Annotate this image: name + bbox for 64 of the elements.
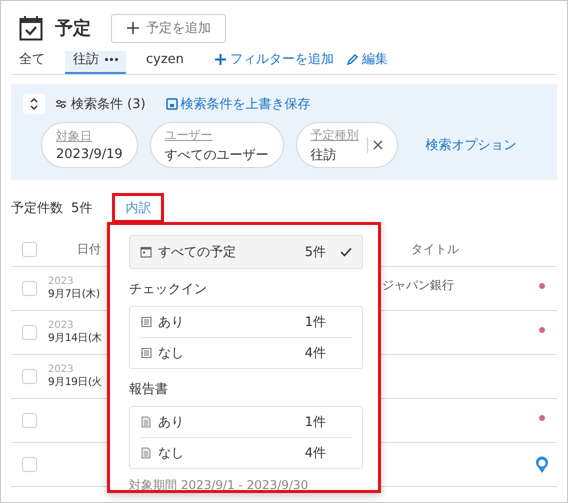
status-dot [539,415,545,421]
group-title: 報告書 [129,381,169,398]
checkbox[interactable] [22,413,37,428]
filter-tab[interactable]: cyzen [138,51,192,74]
calendar-check-icon [19,15,43,41]
filter-chip[interactable]: ユーザー すべてのユーザー [150,122,284,168]
period-text: 対象期間 2023/9/1 - 2023/9/30 [129,477,310,494]
checkin-icon [140,347,152,359]
plus-icon [126,21,140,35]
checkin-icon [140,316,152,328]
date-year: 2023 [48,364,74,375]
sliders-icon [55,99,67,109]
date-cell-text: 9月7日(木) [48,287,101,301]
chip-label: ユーザー [164,126,214,144]
check-icon [340,247,352,257]
all-schedules-option[interactable]: すべての予定 5件 [129,235,363,269]
breakdown-option[interactable]: あり 1件 [140,307,352,337]
filter-chip[interactable]: 予定種別 往訪 [296,122,398,168]
edit-link[interactable]: 編集 [346,50,388,74]
status-dot [539,327,545,333]
schedule-count-label: 予定件数 [11,200,63,217]
group-title: チェックイン [129,281,208,298]
filter-tab[interactable]: 全て [11,51,53,74]
close-icon[interactable] [366,137,383,153]
breakdown-option[interactable]: なし 4件 [140,337,352,368]
chip-value: 往訪 [310,146,338,164]
date-year: 2023 [48,320,74,331]
add-filter-link[interactable]: フィルターを追加 [214,50,334,74]
schedule-count: 5件 [71,200,92,217]
chip-value: すべてのユーザー [164,146,269,164]
plus-icon [214,52,227,66]
search-conditions-label: 検索条件 (3) [55,95,146,113]
document-icon [140,447,152,459]
pencil-icon [346,52,359,66]
checkbox[interactable] [22,242,37,256]
search-options-link[interactable]: 検索オプション [426,136,517,154]
overwrite-save-link[interactable]: 検索条件を上書き保存 [166,95,311,113]
collapse-toggle[interactable] [23,94,45,114]
title-cell: ジャパン銀行 [382,278,454,292]
column-header: タイトル [411,240,459,258]
checkbox[interactable] [22,457,37,472]
calendar-icon [140,246,152,258]
checkbox[interactable] [22,325,37,340]
date-cell-text: 9月19日(火 [48,375,104,389]
add-schedule-button[interactable]: 予定を追加 [111,14,226,42]
up-down-chevron-icon [30,98,38,110]
more-icon[interactable] [105,58,118,60]
chip-label: 予定種別 [310,126,359,144]
save-icon [166,98,178,110]
date-year: 2023 [48,276,74,287]
checkbox[interactable] [22,281,37,296]
status-dot [539,283,545,289]
page-title: 予定 [55,17,91,40]
chip-label: 対象日 [56,128,93,145]
filter-tab[interactable]: 往訪 [65,51,126,74]
map-pin-icon [535,456,549,474]
breakdown-option[interactable]: あり 1件 [140,407,352,437]
date-cell-text: 9月14日(木 [48,331,104,345]
document-icon [140,416,152,428]
chip-value: 2023/9/19 [56,147,123,162]
checkbox[interactable] [22,369,37,384]
filter-chip[interactable]: 対象日 2023/9/19 [41,122,138,168]
column-header: 日付 [77,240,101,258]
breakdown-option[interactable]: なし 4件 [140,437,352,468]
